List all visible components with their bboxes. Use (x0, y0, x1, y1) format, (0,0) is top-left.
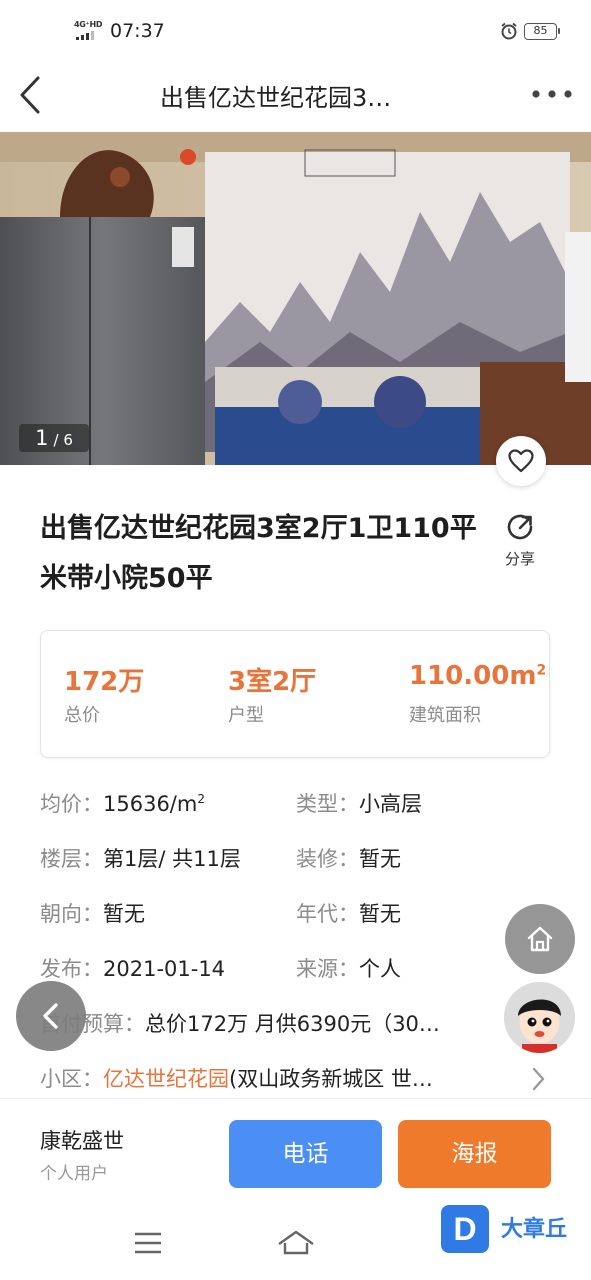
network-type: 4G⁺HD (74, 20, 103, 29)
listing-photo[interactable] (0, 132, 591, 465)
home-icon (527, 926, 553, 952)
cartoon-avatar-icon (504, 982, 575, 1053)
total-price-value: 172万 (64, 667, 145, 697)
attr-floor: 楼层：第1层/ 共11层 (40, 847, 241, 871)
seller-type: 个人用户 (40, 1164, 108, 1184)
seller-name: 康乾盛世 (40, 1129, 124, 1153)
attr-decoration: 装修：暂无 (296, 847, 401, 871)
heart-icon (508, 449, 534, 473)
alarm-icon (501, 22, 517, 40)
page-title: 出售亿达世纪花园3… (160, 84, 392, 112)
bottom-action-bar: 康乾盛世 个人用户 电话 海报 (0, 1098, 591, 1200)
signal-icon: 4G⁺HD (74, 20, 104, 42)
photo-counter-total: / 6 (53, 431, 73, 449)
home-nav-icon[interactable] (277, 1230, 315, 1256)
area-label: 建筑面积 (409, 705, 481, 726)
attr-down-payment: 首付预算：总价172万 月供6390元（30… (40, 1012, 440, 1036)
attr-source: 来源：个人 (296, 957, 401, 981)
favorite-button[interactable] (496, 436, 546, 486)
float-back-button[interactable] (16, 981, 86, 1051)
brand-watermark: D 大章丘 (441, 1205, 591, 1255)
avatar[interactable] (504, 982, 575, 1053)
area-unit-sup: 2 (536, 662, 547, 679)
menu-icon[interactable] (134, 1232, 162, 1254)
area-value: 110.00m2 (409, 661, 547, 691)
total-price-label: 总价 (64, 705, 100, 726)
share-button[interactable]: 分享 (500, 512, 540, 572)
nav-bar: 出售亿达世纪花园3… (0, 64, 591, 132)
key-fact-layout: 3室2厅 户型 (228, 661, 316, 727)
photo-counter-current: 1 (35, 426, 49, 450)
call-button[interactable]: 电话 (229, 1120, 382, 1188)
attr-published: 发布：2021-01-14 (40, 957, 226, 981)
attr-year: 年代：暂无 (296, 902, 401, 926)
attr-orientation: 朝向：暂无 (40, 902, 145, 926)
attr-unit-price: 均价：15636/m2 (40, 792, 205, 816)
chevron-left-icon[interactable] (14, 70, 48, 120)
share-icon (507, 514, 533, 540)
community-link[interactable]: 亿达世纪花园 (103, 1067, 229, 1091)
float-home-button[interactable] (505, 904, 575, 974)
layout-label: 户型 (228, 705, 264, 726)
key-fact-price: 172万 总价 (64, 661, 144, 727)
brand-logo: D (441, 1205, 489, 1253)
layout-value: 3室2厅 (228, 667, 317, 697)
listing-title: 出售亿达世纪花园3室2厅1卫110平米带小院50平 (40, 513, 477, 594)
chevron-left-icon (43, 1003, 58, 1029)
key-fact-area: 110.00m2 建筑面积 (409, 661, 546, 727)
status-time: 07:37 (110, 20, 165, 42)
chevron-right-icon[interactable] (528, 1066, 548, 1092)
share-label: 分享 (504, 550, 535, 568)
photo-counter: 1 / 6 (19, 424, 89, 452)
key-facts-card: 172万 总价 3室2厅 户型 110.00m2 建筑面积 (40, 630, 550, 758)
battery-indicator: 85 (524, 23, 560, 40)
attr-building-type: 类型：小高层 (296, 792, 422, 816)
poster-button[interactable]: 海报 (398, 1120, 551, 1188)
attr-community[interactable]: 小区：亿达世纪花园(双山政务新城区 世… (40, 1063, 510, 1093)
more-dots-icon[interactable] (530, 84, 574, 104)
brand-name: 大章丘 (501, 1217, 568, 1242)
status-bar: 4G⁺HD 07:37 85 (0, 0, 591, 64)
